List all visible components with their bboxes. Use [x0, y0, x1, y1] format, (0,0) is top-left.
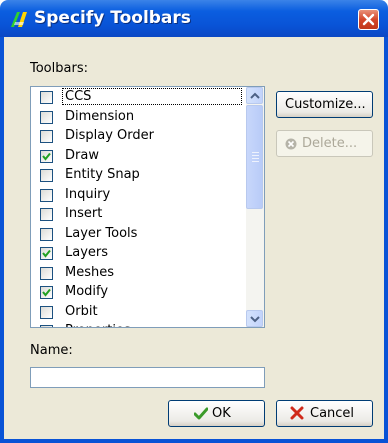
close-icon: [362, 13, 375, 26]
toolbar-item-label: Entity Snap: [65, 167, 140, 182]
toolbar-item-label: Inquiry: [65, 186, 111, 202]
toolbars-label: Toolbars:: [30, 61, 88, 76]
customize-button-label: Customize...: [285, 97, 366, 112]
list-item[interactable]: Layer Tools: [31, 225, 246, 244]
list-item[interactable]: Dimension: [31, 108, 246, 127]
list-item[interactable]: Meshes: [31, 264, 246, 283]
list-item[interactable]: Display Order: [31, 127, 246, 146]
toolbar-checkbox[interactable]: [40, 286, 53, 299]
toolbar-checkbox[interactable]: [40, 169, 53, 182]
toolbar-checkbox[interactable]: [40, 247, 53, 260]
toolbar-checkbox[interactable]: [40, 227, 53, 241]
ok-button-label: OK: [212, 406, 231, 421]
list-item[interactable]: Orbit: [31, 303, 246, 322]
list-item[interactable]: Insert: [31, 205, 246, 224]
vertical-scrollbar[interactable]: [246, 87, 264, 327]
list-item[interactable]: Entity Snap: [31, 166, 246, 185]
toolbar-item-label: Draw: [65, 147, 99, 163]
scroll-thumb[interactable]: [246, 105, 263, 209]
checkmark-icon: [194, 407, 208, 420]
list-item[interactable]: Draw: [31, 147, 246, 166]
checkmark-icon: [42, 152, 51, 161]
chevron-up-icon: [250, 92, 260, 99]
toolbar-item-label: Display Order: [65, 128, 154, 143]
cancel-button[interactable]: Cancel: [276, 400, 373, 427]
scroll-down-button[interactable]: [246, 310, 263, 327]
cancel-button-label: Cancel: [310, 406, 355, 421]
toolbar-item-label: Layers: [65, 245, 109, 260]
list-item[interactable]: Layers: [31, 244, 246, 263]
toolbar-item-label: Insert: [65, 206, 103, 221]
name-input[interactable]: [30, 367, 265, 388]
toolbar-checkbox[interactable]: [40, 266, 53, 280]
ok-button[interactable]: OK: [168, 400, 265, 427]
app-logo-icon: [11, 12, 27, 27]
toolbar-item-label: Orbit: [65, 303, 98, 319]
toolbar-checkbox[interactable]: [40, 208, 53, 221]
toolbar-checkbox[interactable]: [40, 149, 53, 163]
specify-toolbars-dialog: Specify Toolbars Toolbars: CCS Dimension D…: [0, 0, 388, 443]
name-label: Name:: [30, 343, 73, 358]
toolbar-item-label: Meshes: [65, 264, 114, 280]
delete-button-label: Delete...: [302, 136, 358, 151]
delete-button[interactable]: Delete...: [276, 130, 373, 157]
list-item[interactable]: Inquiry: [31, 186, 246, 205]
dialog-title: Specify Toolbars: [34, 8, 191, 28]
customize-button[interactable]: Customize...: [276, 91, 373, 118]
scroll-up-button[interactable]: [246, 87, 263, 104]
toolbars-list[interactable]: CCS Dimension Display Order Draw Entity Snap…: [30, 86, 265, 328]
checkmark-icon: [42, 249, 51, 258]
cancel-x-icon: [290, 406, 304, 420]
toolbar-item-label: Properties: [65, 323, 131, 327]
toolbar-item-label: Modify: [65, 284, 109, 299]
close-button[interactable]: [358, 9, 379, 30]
toolbar-checkbox[interactable]: [40, 305, 53, 319]
toolbar-item-label: Layer Tools: [65, 225, 138, 241]
list-item[interactable]: Properties: [31, 322, 246, 328]
title-bar[interactable]: Specify Toolbars: [0, 0, 388, 37]
list-item[interactable]: Modify: [31, 283, 246, 302]
delete-icon: [285, 138, 297, 150]
toolbar-checkbox[interactable]: [40, 91, 53, 104]
checkmark-icon: [42, 327, 51, 328]
focus-rectangle: [62, 88, 242, 105]
toolbar-checkbox[interactable]: [40, 110, 53, 124]
chevron-down-icon: [250, 316, 260, 323]
toolbar-checkbox[interactable]: [40, 188, 53, 202]
toolbar-checkbox[interactable]: [40, 325, 53, 328]
toolbar-item-label: Dimension: [65, 108, 135, 124]
checkmark-icon: [42, 288, 51, 297]
toolbar-checkbox[interactable]: [40, 130, 53, 143]
